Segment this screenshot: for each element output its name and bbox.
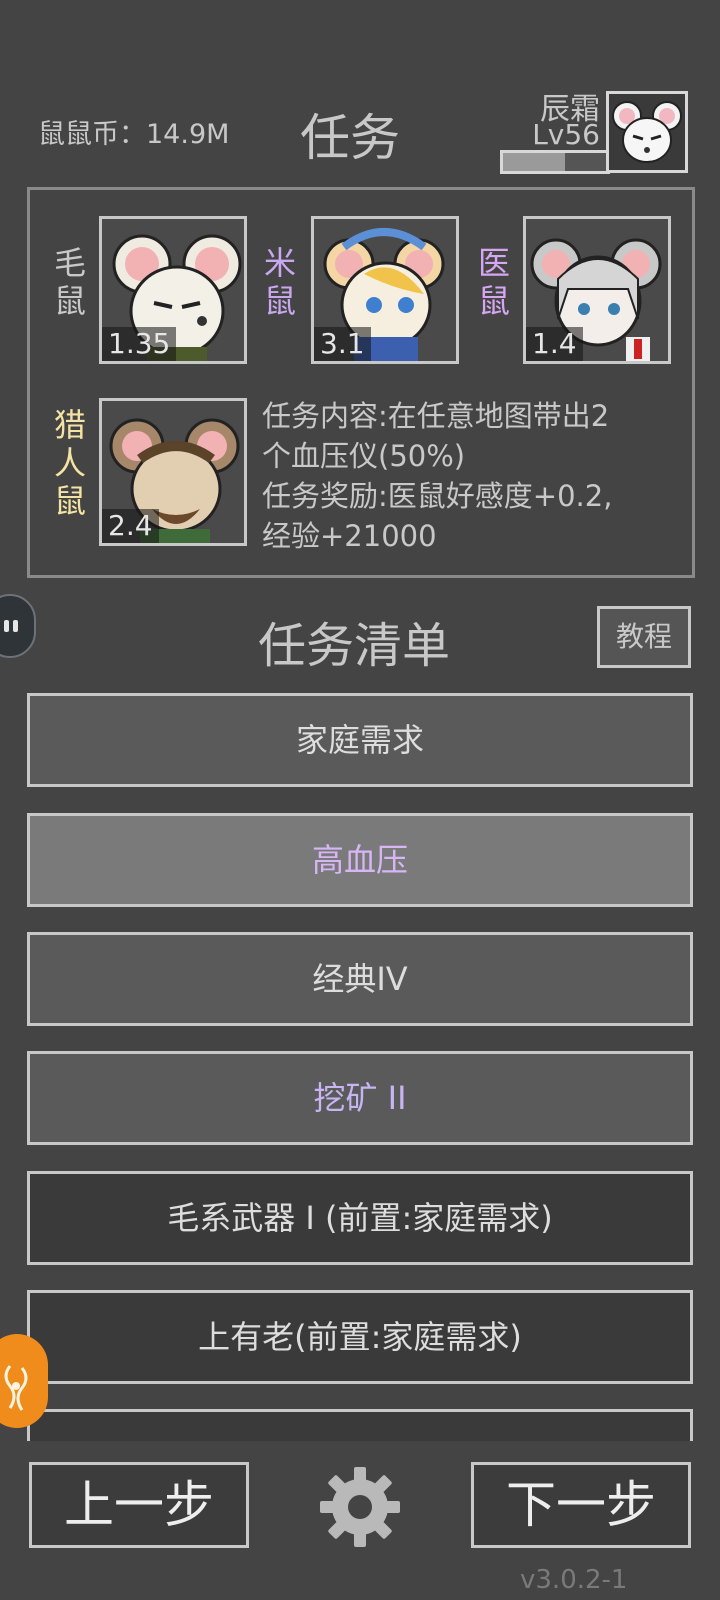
quest-item[interactable]: 上有老(前置:家庭需求): [27, 1290, 693, 1384]
quest-item[interactable]: 高血压: [27, 813, 693, 907]
mission-line: 任务内容:在任意地图带出2: [262, 399, 610, 433]
gear-icon[interactable]: [316, 1463, 404, 1551]
quest-item[interactable]: 家庭需求: [27, 693, 693, 787]
player-level: Lv56: [532, 118, 600, 151]
prev-step-button[interactable]: 上一步: [29, 1462, 249, 1548]
xp-bar: [500, 150, 610, 174]
portrait-mao[interactable]: 1.35: [99, 216, 247, 364]
roster-label-char: 人: [53, 444, 86, 482]
quest-item[interactable]: 挖矿 II: [27, 1051, 693, 1145]
roster-label-lieren: 猎 人 鼠: [52, 406, 88, 520]
portrait-value: 3.1: [314, 327, 371, 361]
coin-balance: 鼠鼠币：14.9M: [38, 119, 230, 150]
settings-gear-icon: [320, 1467, 400, 1547]
xp-bar-fill: [503, 153, 566, 171]
mission-line: 任务奖励:医鼠好感度+0.2,: [262, 479, 613, 513]
quest-list[interactable]: 家庭需求 高血压 经典IV 挖矿 II 毛系武器 I (前置:家庭需求) 上有老…: [27, 693, 693, 1441]
mission-line: 经验+21000: [262, 519, 437, 553]
quest-list-title: 任务清单: [258, 618, 451, 674]
roster-label-char: 毛: [53, 244, 86, 282]
roster-label-char: 猎: [53, 406, 86, 444]
player-avatar[interactable]: [606, 91, 688, 173]
orange-float-icon[interactable]: [0, 1334, 48, 1428]
portrait-value: 2.4: [102, 509, 159, 543]
portrait-value: 1.35: [102, 327, 177, 361]
portrait-lieren[interactable]: 2.4: [99, 398, 247, 546]
mission-description: 任务内容:在任意地图带出2 个血压仪(50%) 任务奖励:医鼠好感度+0.2, …: [262, 396, 682, 556]
roster-label-yi: 医 鼠: [476, 244, 512, 320]
mission-line: 个血压仪(50%): [262, 439, 466, 473]
roster-label-char: 鼠: [477, 282, 510, 320]
roster-label-char: 鼠: [53, 482, 86, 520]
roster-label-char: 鼠: [53, 282, 86, 320]
portrait-mi[interactable]: 3.1: [311, 216, 459, 364]
quest-item[interactable]: 经典IV: [27, 932, 693, 1026]
bubble-eye: [4, 620, 9, 632]
roster-label-char: 米: [263, 244, 296, 282]
portrait-value: 1.4: [526, 327, 583, 361]
roster-label-char: 医: [477, 244, 510, 282]
float-swirl-icon: [4, 1365, 28, 1411]
quest-item[interactable]: 毛系武器 I (前置:家庭需求): [27, 1171, 693, 1265]
chat-bubble-icon[interactable]: [0, 594, 36, 658]
version-label: v3.0.2-1: [520, 1565, 628, 1595]
roster-label-char: 鼠: [263, 282, 296, 320]
page-title: 任务: [300, 109, 400, 167]
portrait-yi[interactable]: 1.4: [523, 216, 671, 364]
quest-item[interactable]: [27, 1409, 693, 1441]
mouse-avatar-icon: [612, 101, 682, 163]
next-step-button[interactable]: 下一步: [471, 1462, 691, 1548]
roster-label-mao: 毛 鼠: [52, 244, 88, 320]
roster-label-mi: 米 鼠: [262, 244, 298, 320]
bubble-eye: [13, 620, 18, 632]
tutorial-button[interactable]: 教程: [597, 606, 691, 668]
